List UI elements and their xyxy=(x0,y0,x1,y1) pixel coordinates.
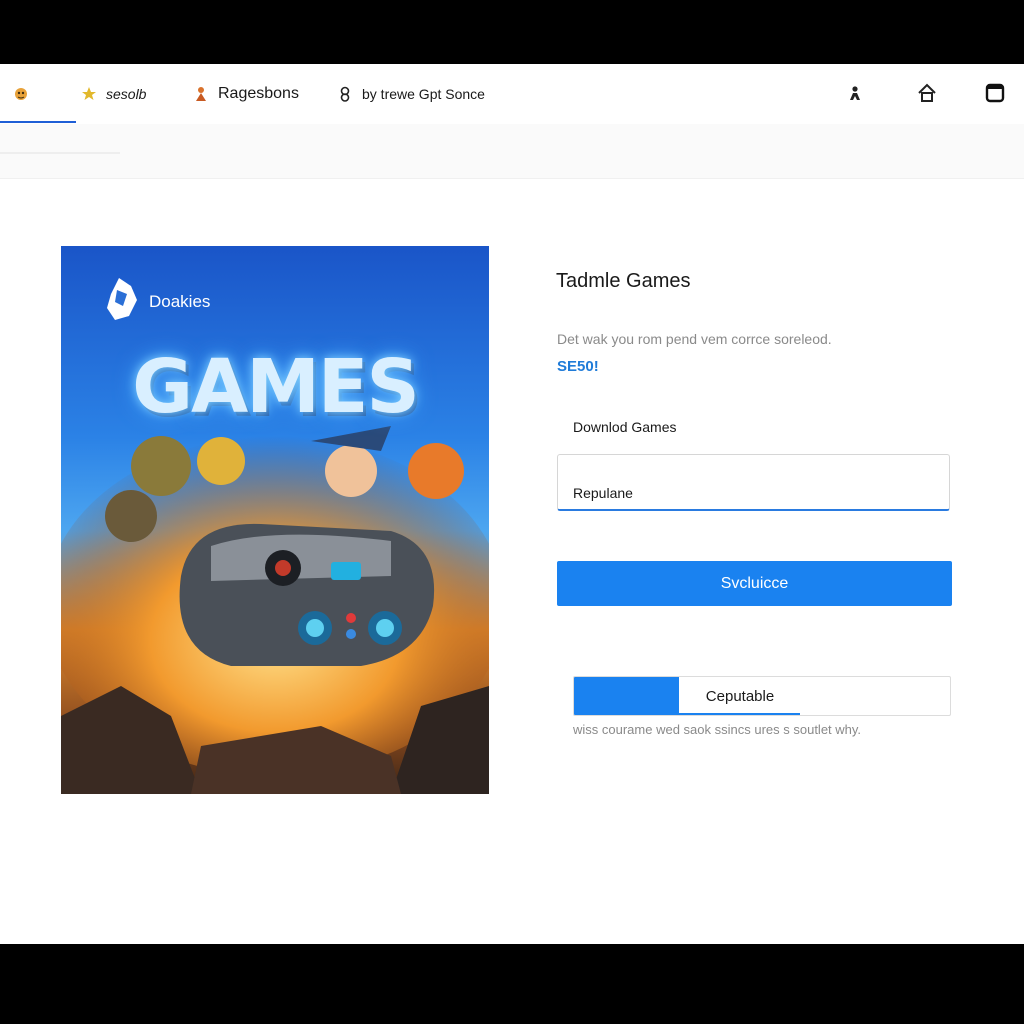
brand-name: Doakies xyxy=(149,291,211,311)
tab-home[interactable] xyxy=(12,82,38,106)
dragon-logo-icon xyxy=(101,276,141,327)
download-field-label: Downlod Games xyxy=(573,419,677,435)
cover-title: GAMES xyxy=(132,344,420,430)
progress-bar: Ceputable xyxy=(573,676,951,716)
publisher-brand: Doakies xyxy=(101,276,210,327)
progress-underline xyxy=(678,713,800,715)
active-tab-indicator xyxy=(0,121,76,123)
primary-action-button[interactable]: Svcluicce xyxy=(557,561,952,606)
game-cover-image: Doakies GAMES xyxy=(61,246,489,794)
game-description: Det wak you rom pend vem corrce soreleod… xyxy=(557,331,832,347)
tab-label: Ragesbons xyxy=(218,85,299,102)
window-icon[interactable] xyxy=(984,82,1006,104)
star-icon xyxy=(80,85,98,103)
tab-label: by trewe Gpt Sonce xyxy=(362,86,485,102)
user-icon[interactable] xyxy=(844,82,866,104)
game-title: Tadmle Games xyxy=(556,270,691,292)
top-navigation-bar: sesolb Ragesbons by trewe Gpt Sonce xyxy=(0,64,1024,125)
cover-artwork xyxy=(61,426,489,794)
tab-ragesbons[interactable]: Ragesbons xyxy=(192,82,299,106)
progress-label-text: Ceputable xyxy=(705,688,775,705)
game-price: SE50! xyxy=(557,358,599,375)
tab-sesolb[interactable]: sesolb xyxy=(80,82,146,106)
tab-label: sesolb xyxy=(106,86,147,102)
gamepad-icon xyxy=(12,85,30,103)
link-icon xyxy=(336,85,354,103)
app-window: sesolb Ragesbons by trewe Gpt Sonce Doak… xyxy=(0,64,1024,944)
figure-icon xyxy=(192,85,210,103)
download-input[interactable] xyxy=(557,454,950,511)
secondary-toolbar xyxy=(0,124,1024,179)
tab-link[interactable]: by trewe Gpt Sonce xyxy=(336,82,485,106)
home-icon[interactable] xyxy=(916,82,938,104)
progress-note: wiss courame wed saok ssincs ures s sout… xyxy=(573,722,862,737)
progress-label: Ceputable xyxy=(574,688,950,705)
divider xyxy=(0,152,120,154)
